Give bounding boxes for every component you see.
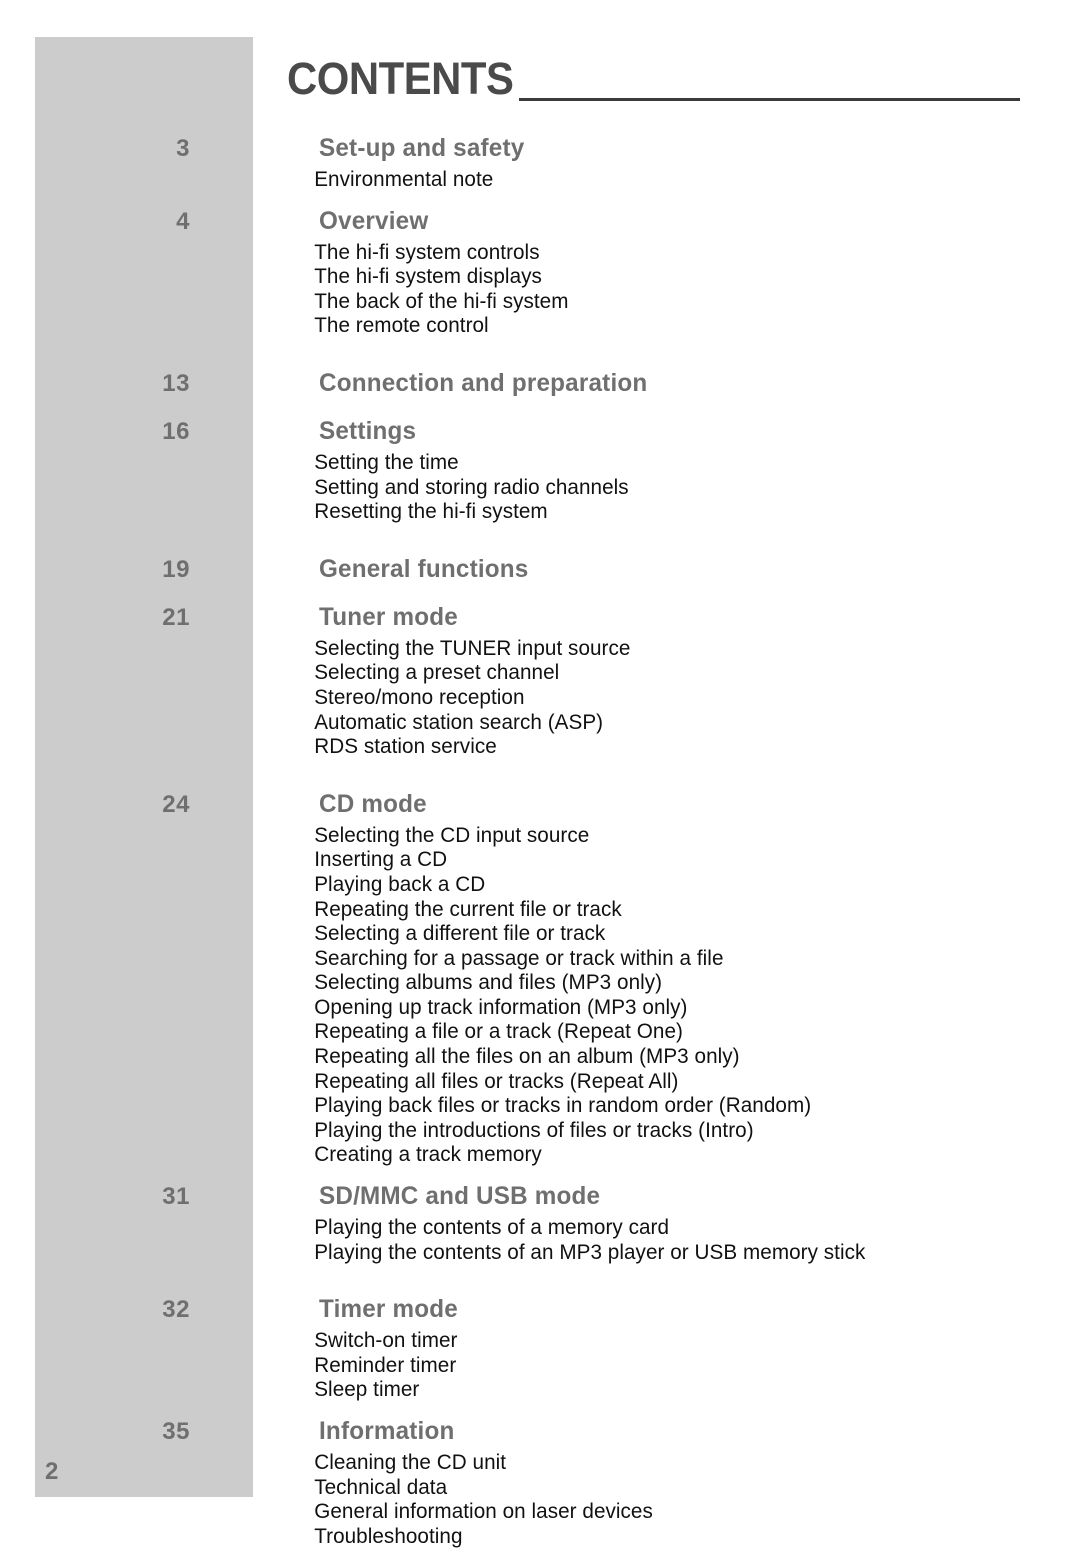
toc-sub-item[interactable]: Opening up track information (MP3 only) bbox=[0, 996, 1064, 1021]
toc-sub-item[interactable]: Repeating all the files on an album (MP3… bbox=[0, 1045, 1064, 1070]
toc-group: 19 General functions bbox=[0, 553, 1080, 589]
toc-sub-item[interactable]: Troubleshooting bbox=[0, 1525, 1064, 1549]
toc-group-page-number: 16 bbox=[162, 417, 190, 445]
toc-group: 35 Information Cleaning the CD unit Technic… bbox=[0, 1415, 1080, 1549]
toc-sub-item[interactable]: General information on laser devices bbox=[0, 1500, 1064, 1525]
toc-sub-item[interactable]: Cleaning the CD unit bbox=[0, 1451, 1064, 1476]
toc-sub-list: Playing the contents of a memory card Pla… bbox=[0, 1216, 1080, 1265]
toc-sub-item[interactable]: Automatic station search (ASP) bbox=[0, 711, 1064, 736]
toc-sub-item[interactable]: The hi-fi system displays bbox=[0, 265, 1064, 290]
toc-group-title[interactable]: Settings bbox=[319, 415, 416, 448]
title-underline-rule bbox=[519, 98, 1020, 101]
toc-group-page-number: 35 bbox=[162, 1418, 190, 1445]
toc-sub-list: The hi-fi system controls The hi-fi syste… bbox=[0, 241, 1080, 339]
toc-sub-item[interactable]: Selecting the TUNER input source bbox=[0, 637, 1064, 662]
toc-group: 21 Tuner mode Selecting the TUNER input so… bbox=[0, 601, 1080, 760]
toc-sub-item[interactable]: Technical data bbox=[0, 1476, 1064, 1501]
toc-sub-item[interactable]: Repeating all files or tracks (Repeat Al… bbox=[0, 1070, 1064, 1095]
toc-group: 32 Timer mode Switch-on timer Reminder time… bbox=[0, 1293, 1080, 1403]
toc-group-title[interactable]: Information bbox=[319, 1415, 455, 1448]
toc-sub-item[interactable]: Playing the contents of a memory card bbox=[0, 1216, 1064, 1241]
toc-sub-item[interactable]: Resetting the hi-fi system bbox=[0, 500, 1064, 525]
toc-sub-item[interactable]: Reminder timer bbox=[0, 1354, 1064, 1379]
toc-sub-item[interactable]: Playing the introductions of files or tr… bbox=[0, 1119, 1064, 1144]
toc-sub-item[interactable]: Playing the contents of an MP3 player or… bbox=[0, 1241, 1064, 1266]
toc-group-page-number: 31 bbox=[162, 1183, 190, 1211]
toc-group-title[interactable]: SD/MMC and USB mode bbox=[319, 1180, 600, 1213]
toc-group-page-number: 13 bbox=[162, 369, 190, 397]
page-title-row: CONTENTS bbox=[287, 55, 1020, 107]
toc-sub-item[interactable]: Playing back a CD bbox=[0, 873, 1064, 898]
toc-group-header[interactable]: 31 SD/MMC and USB mode bbox=[0, 1180, 1080, 1216]
toc-group-title[interactable]: Connection and preparation bbox=[319, 367, 647, 400]
toc-group-header[interactable]: 3 Set-up and safety bbox=[0, 132, 1080, 168]
toc-sub-item[interactable]: Setting the time bbox=[0, 451, 1064, 476]
toc-sub-list: Selecting the TUNER input source Selectin… bbox=[0, 637, 1080, 760]
toc-sub-item[interactable]: Setting and storing radio channels bbox=[0, 476, 1064, 501]
toc-sub-item[interactable]: Sleep timer bbox=[0, 1378, 1064, 1403]
toc-sub-list: Switch-on timer Reminder timer Sleep timer bbox=[0, 1329, 1080, 1403]
toc-group-header[interactable]: 4 Overview bbox=[0, 205, 1080, 241]
toc-group-page-number: 21 bbox=[162, 603, 190, 631]
toc-sub-item[interactable]: The hi-fi system controls bbox=[0, 241, 1064, 266]
toc-group: 13 Connection and preparation bbox=[0, 367, 1080, 403]
toc-sub-item[interactable]: Inserting a CD bbox=[0, 848, 1064, 873]
toc-sub-item[interactable]: Selecting a preset channel bbox=[0, 661, 1064, 686]
toc-group-title[interactable]: Overview bbox=[319, 205, 428, 238]
toc-sub-item[interactable]: The back of the hi-fi system bbox=[0, 290, 1064, 315]
toc-sub-item[interactable]: RDS station service bbox=[0, 735, 1064, 760]
toc-group: 3 Set-up and safety Environmental note bbox=[0, 132, 1080, 193]
toc-group-title[interactable]: CD mode bbox=[319, 788, 427, 821]
toc-group: 16 Settings Setting the time Setting and st… bbox=[0, 415, 1080, 525]
toc-sub-item[interactable]: Repeating the current file or track bbox=[0, 898, 1064, 923]
toc-group-header[interactable]: 21 Tuner mode bbox=[0, 601, 1080, 637]
toc-group-header[interactable]: 16 Settings bbox=[0, 415, 1080, 451]
toc-group-page-number: 32 bbox=[162, 1296, 190, 1324]
page-folio-number: 2 bbox=[45, 1458, 59, 1485]
toc-group-page-number: 4 bbox=[176, 207, 190, 235]
toc-group: 31 SD/MMC and USB mode Playing the content… bbox=[0, 1180, 1080, 1265]
toc-group-header[interactable]: 13 Connection and preparation bbox=[0, 367, 1080, 403]
toc-group-page-number: 3 bbox=[176, 135, 190, 162]
toc-sub-list: Selecting the CD input source Inserting a… bbox=[0, 824, 1080, 1168]
page-title: CONTENTS bbox=[287, 53, 514, 104]
toc-group-title[interactable]: Set-up and safety bbox=[319, 132, 524, 165]
toc-group-page-number: 19 bbox=[162, 555, 190, 583]
toc-group-title[interactable]: Tuner mode bbox=[319, 601, 458, 634]
table-of-contents: 3 Set-up and safety Environmental note 4 Ove… bbox=[0, 132, 1080, 1549]
toc-group-header[interactable]: 32 Timer mode bbox=[0, 1293, 1080, 1329]
toc-group: 4 Overview The hi-fi system controls The hi… bbox=[0, 205, 1080, 339]
toc-group-header[interactable]: 24 CD mode bbox=[0, 788, 1080, 824]
toc-sub-item[interactable]: Switch-on timer bbox=[0, 1329, 1064, 1354]
toc-group-title[interactable]: General functions bbox=[319, 553, 528, 586]
toc-sub-item[interactable]: Environmental note bbox=[0, 168, 1064, 193]
toc-sub-item[interactable]: Creating a track memory bbox=[0, 1143, 1064, 1168]
toc-sub-item[interactable]: Selecting a different file or track bbox=[0, 922, 1064, 947]
toc-sub-item[interactable]: Stereo/mono reception bbox=[0, 686, 1064, 711]
toc-sub-item[interactable]: Selecting albums and files (MP3 only) bbox=[0, 971, 1064, 996]
toc-group-header[interactable]: 35 Information bbox=[0, 1415, 1080, 1451]
toc-sub-item[interactable]: Selecting the CD input source bbox=[0, 824, 1064, 849]
toc-sub-item[interactable]: Searching for a passage or track within … bbox=[0, 947, 1064, 972]
toc-sub-item[interactable]: Repeating a file or a track (Repeat One) bbox=[0, 1020, 1064, 1045]
toc-group-title[interactable]: Timer mode bbox=[319, 1293, 458, 1326]
toc-sub-list: Environmental note bbox=[0, 168, 1080, 193]
toc-group-header[interactable]: 19 General functions bbox=[0, 553, 1080, 589]
toc-group-page-number: 24 bbox=[162, 790, 190, 818]
toc-sub-list: Setting the time Setting and storing radi… bbox=[0, 451, 1080, 525]
toc-sub-item[interactable]: Playing back files or tracks in random o… bbox=[0, 1094, 1064, 1119]
toc-sub-list: Cleaning the CD unit Technical data Genera… bbox=[0, 1451, 1080, 1549]
toc-group: 24 CD mode Selecting the CD input source In… bbox=[0, 788, 1080, 1168]
toc-sub-item[interactable]: The remote control bbox=[0, 314, 1064, 339]
